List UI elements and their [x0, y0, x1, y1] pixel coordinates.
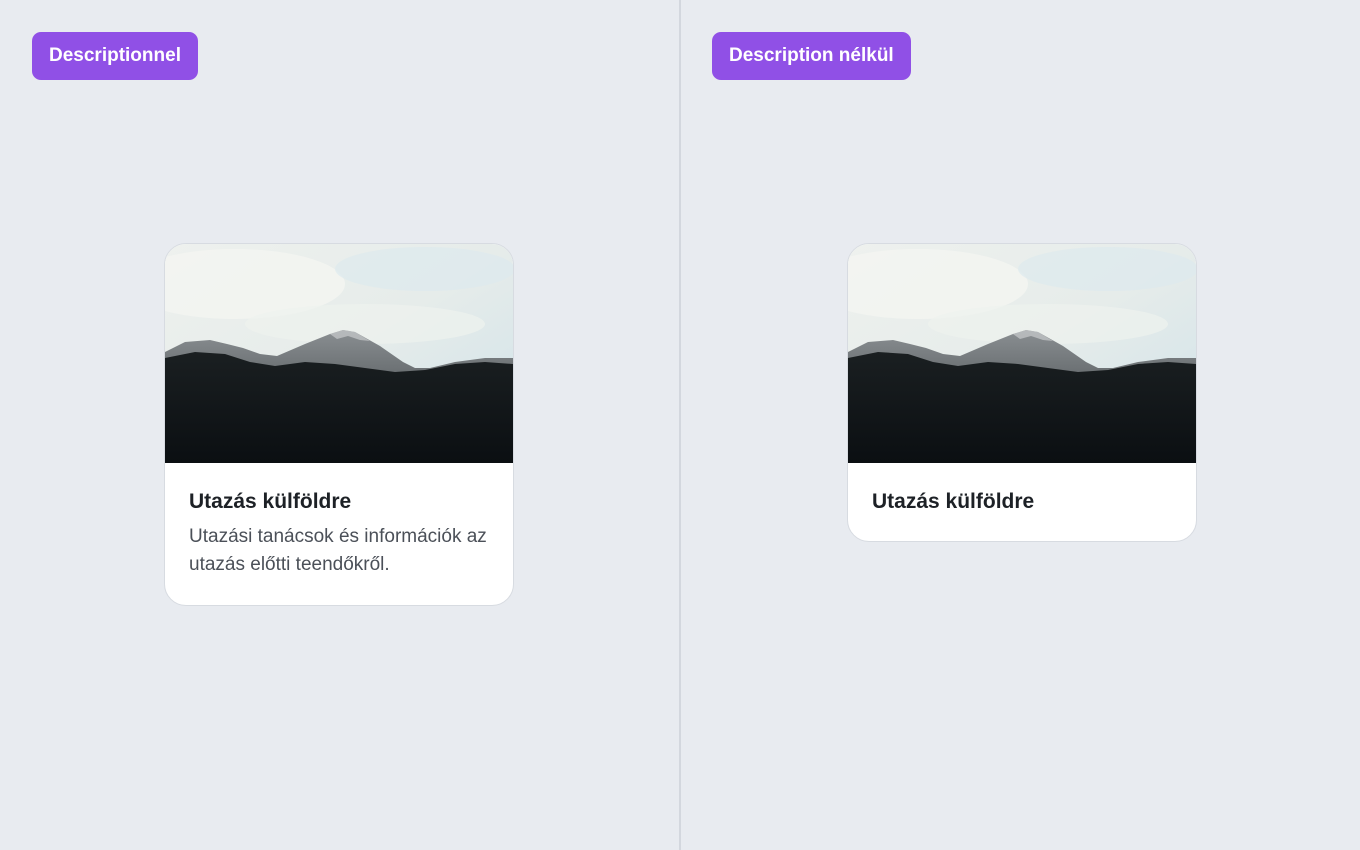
content-card[interactable]: Utazás külföldre Utazási tanácsok és inf… — [164, 243, 514, 606]
mountain-image — [848, 244, 1196, 463]
mountain-image — [165, 244, 513, 463]
card-body: Utazás külföldre — [848, 463, 1196, 541]
card-title: Utazás külföldre — [872, 490, 1035, 513]
panel-with-description: Descriptionnel Utazás külföldre Utazási … — [0, 0, 680, 850]
canvas: Descriptionnel Utazás külföldre Utazási … — [0, 0, 1360, 850]
panel-without-description: Description nélkül Utazás külföldre — [680, 0, 1360, 850]
card-description: Utazási tanácsok és információk az utazá… — [189, 526, 487, 575]
variant-badge: Description nélkül — [712, 32, 911, 80]
card-title: Utazás külföldre — [189, 490, 352, 513]
content-card[interactable]: Utazás külföldre — [847, 243, 1197, 542]
card-body: Utazás külföldre Utazási tanácsok és inf… — [165, 463, 513, 605]
variant-badge: Descriptionnel — [32, 32, 198, 80]
